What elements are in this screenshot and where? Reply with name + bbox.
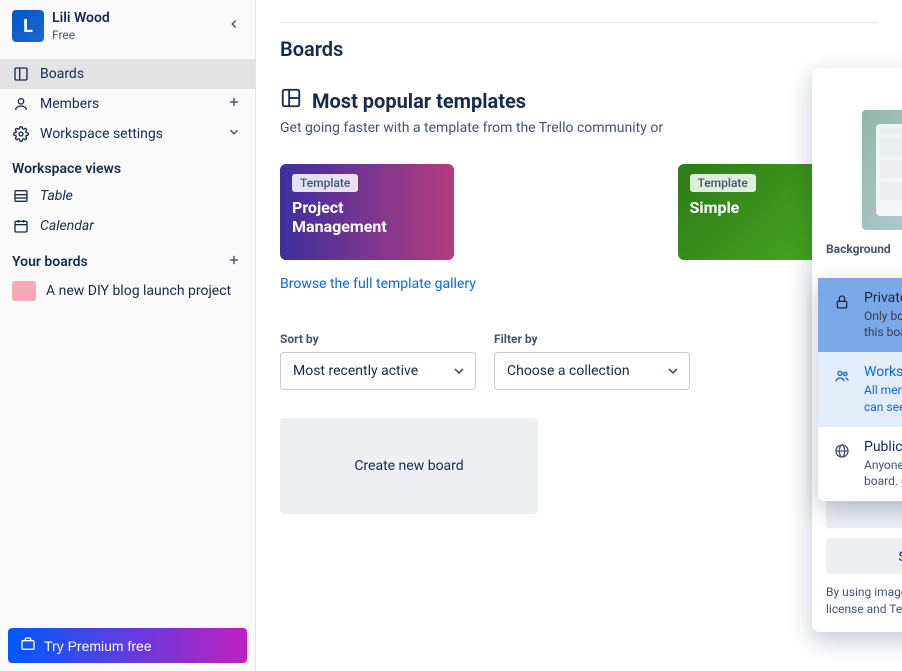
filter-by-label: Filter by bbox=[494, 332, 690, 346]
try-premium-button[interactable]: Try Premium free bbox=[8, 628, 247, 663]
briefcase-icon bbox=[20, 636, 36, 655]
calendar-icon bbox=[12, 217, 30, 235]
premium-label: Try Premium free bbox=[44, 638, 152, 654]
add-board-button[interactable] bbox=[225, 253, 243, 271]
chevron-down-icon bbox=[665, 363, 681, 379]
workspace-logo: L bbox=[12, 10, 44, 42]
visibility-option-workspace[interactable]: Workspace All members of the Lili Wood W… bbox=[818, 352, 902, 426]
templates-row: Template Project Management Template Sim… bbox=[280, 164, 878, 260]
workspace-info: Lili Wood Free bbox=[52, 10, 221, 43]
sidebar-item-label: Members bbox=[40, 96, 99, 112]
option-title: Workspace bbox=[864, 364, 902, 380]
lock-icon bbox=[832, 292, 852, 312]
popover-title: Create board bbox=[826, 78, 902, 106]
collapse-sidebar-button[interactable] bbox=[221, 13, 247, 39]
sidebar-item-label: Workspace settings bbox=[40, 126, 163, 142]
sort-by-select[interactable]: Most recently active bbox=[280, 352, 476, 390]
templates-heading: Most popular templates bbox=[280, 87, 878, 114]
template-badge: Template bbox=[292, 174, 358, 192]
board-preview bbox=[862, 110, 902, 230]
sidebar-item-boards[interactable]: Boards bbox=[0, 59, 255, 89]
divider bbox=[280, 22, 878, 23]
board-icon bbox=[12, 65, 30, 83]
option-title: Private bbox=[864, 290, 902, 306]
nav-list: Boards Members Workspace settings bbox=[0, 59, 255, 149]
option-desc: Only board members can see and edit this… bbox=[864, 308, 902, 340]
view-calendar[interactable]: Calendar bbox=[0, 211, 255, 241]
view-table[interactable]: Table bbox=[0, 181, 255, 211]
expand-settings-button[interactable] bbox=[225, 125, 243, 143]
workspace-views-header: Workspace views bbox=[0, 149, 255, 181]
option-desc: Anyone on the internet can see this boar… bbox=[864, 457, 902, 489]
sidebar-item-label: Boards bbox=[40, 66, 84, 82]
gear-icon bbox=[12, 125, 30, 143]
template-badge: Template bbox=[690, 174, 756, 192]
templates-subtext: Get going faster with a template from th… bbox=[280, 120, 878, 136]
board-link[interactable]: A new DIY blog launch project bbox=[0, 275, 255, 307]
add-member-button[interactable] bbox=[225, 95, 243, 113]
view-label: Calendar bbox=[40, 218, 94, 234]
sort-by-label: Sort by bbox=[280, 332, 476, 346]
option-title: Public bbox=[864, 439, 902, 455]
sidebar-item-members[interactable]: Members bbox=[0, 89, 255, 119]
workspace-plan: Free bbox=[52, 28, 221, 43]
create-board-tile[interactable]: Create new board bbox=[280, 418, 538, 514]
page-title: Boards bbox=[280, 37, 878, 61]
visibility-dropdown: Private Only board members can see and e… bbox=[818, 278, 902, 501]
visibility-option-public[interactable]: Public Anyone on the internet can see th… bbox=[818, 427, 902, 501]
option-desc: All members of the Lili Wood Workspace c… bbox=[864, 382, 902, 414]
board-swatch bbox=[12, 281, 36, 301]
sidebar-item-settings[interactable]: Workspace settings bbox=[0, 119, 255, 149]
template-icon bbox=[280, 87, 302, 114]
chevron-down-icon bbox=[451, 363, 467, 379]
table-icon bbox=[12, 187, 30, 205]
start-with-template-button[interactable]: Start with a template bbox=[826, 538, 902, 574]
template-title: Project Management bbox=[292, 198, 442, 236]
main-content: Boards Most popular templates Get going … bbox=[256, 0, 902, 671]
your-boards-header: Your boards bbox=[0, 241, 255, 275]
background-label: Background bbox=[826, 242, 902, 256]
person-icon bbox=[12, 95, 30, 113]
people-icon bbox=[832, 366, 852, 386]
template-card-project-management[interactable]: Template Project Management bbox=[280, 164, 454, 260]
globe-icon bbox=[832, 441, 852, 461]
board-label: A new DIY blog launch project bbox=[46, 283, 231, 299]
controls: Sort by Most recently active Filter by C… bbox=[280, 332, 878, 390]
filter-by-select[interactable]: Choose a collection bbox=[494, 352, 690, 390]
visibility-option-private[interactable]: Private Only board members can see and e… bbox=[818, 278, 902, 352]
workspace-header[interactable]: L Lili Wood Free bbox=[0, 0, 255, 53]
sidebar: L Lili Wood Free Boards Members bbox=[0, 0, 256, 671]
workspace-name: Lili Wood bbox=[52, 10, 221, 28]
browse-templates-link[interactable]: Browse the full template gallery bbox=[280, 276, 476, 292]
unsplash-fineprint: By using images from Unsplash, you agree… bbox=[826, 584, 902, 618]
view-label: Table bbox=[40, 188, 73, 204]
